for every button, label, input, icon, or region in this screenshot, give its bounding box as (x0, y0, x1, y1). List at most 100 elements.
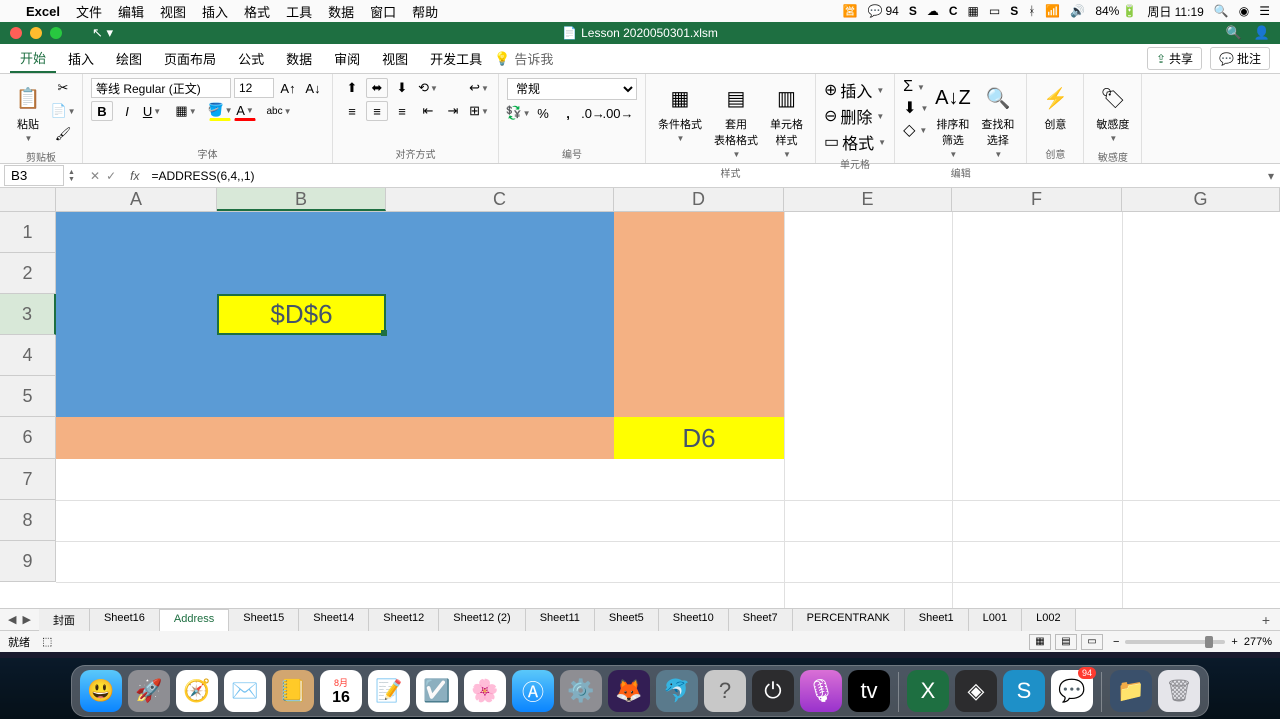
dock-podcasts-icon[interactable]: 🎙 (800, 670, 842, 712)
dock-folder-icon[interactable]: 📁 (1110, 670, 1152, 712)
cursor-icon[interactable]: ↖ ▾ (92, 25, 113, 41)
comments-button[interactable]: 💬批注 (1210, 47, 1270, 70)
copy-icon[interactable]: 📄▼ (52, 101, 74, 121)
tab-home[interactable]: 开始 (10, 44, 56, 73)
align-center-icon[interactable]: ≡ (366, 101, 388, 121)
formula-input[interactable]: =ADDRESS(6,4,,1) (145, 167, 1262, 185)
enter-formula-icon[interactable]: ✓ (106, 169, 116, 183)
sheet-tab[interactable]: Sheet1 (905, 609, 969, 631)
dock-contacts-icon[interactable]: 📒 (272, 670, 314, 712)
row-header-1[interactable]: 1 (0, 212, 56, 253)
namebox-up-icon[interactable]: ▲ (68, 169, 82, 176)
tab-pagelayout[interactable]: 页面布局 (154, 45, 226, 72)
sheet-tab[interactable]: Sheet5 (595, 609, 659, 631)
paste-button[interactable]: 📋 粘贴▼ (8, 78, 48, 147)
sheet-tab[interactable]: L002 (1022, 609, 1075, 631)
border-button[interactable]: ▦▼ (175, 101, 197, 121)
sheet-tab[interactable]: Sheet14 (299, 609, 369, 631)
tab-review[interactable]: 审阅 (324, 45, 370, 72)
cancel-formula-icon[interactable]: ✕ (90, 169, 100, 183)
sheet-nav-next-icon[interactable]: ▶ (22, 613, 30, 626)
sheet-tab[interactable]: Sheet10 (659, 609, 729, 631)
underline-button[interactable]: U▼ (141, 101, 163, 121)
dock-help-icon[interactable]: ? (704, 670, 746, 712)
ideas-button[interactable]: ⚡创意 (1035, 78, 1075, 136)
menu-format[interactable]: 格式 (244, 2, 270, 21)
number-format-select[interactable]: 常规 (507, 78, 637, 100)
dock-notes-icon[interactable]: 📝 (368, 670, 410, 712)
notification-center-icon[interactable]: ☰ (1259, 4, 1270, 18)
sensitivity-button[interactable]: 🏷敏感度▼ (1092, 78, 1133, 147)
orientation-icon[interactable]: ⟲▼ (417, 78, 439, 98)
decrease-font-icon[interactable]: A↓ (302, 78, 324, 98)
col-header-b[interactable]: B (217, 188, 386, 211)
window-minimize-button[interactable] (30, 27, 42, 39)
autosum-button[interactable]: Σ▼ (903, 78, 928, 96)
sort-filter-button[interactable]: A↓Z排序和 筛选▼ (932, 78, 973, 163)
spotlight-icon[interactable]: 🔍 (1214, 4, 1229, 18)
zoom-out-button[interactable]: − (1113, 636, 1119, 648)
dock-settings-icon[interactable]: ⚙️ (560, 670, 602, 712)
menu-window[interactable]: 窗口 (370, 2, 396, 21)
row-header-3[interactable]: 3 (0, 294, 56, 335)
cell-range-a6c6[interactable] (56, 417, 614, 459)
battery-icon[interactable]: 84% 🔋 (1095, 4, 1137, 18)
volume-icon[interactable]: 🔊 (1070, 4, 1085, 18)
menu-data[interactable]: 数据 (328, 2, 354, 21)
sheet-tab[interactable]: Sheet12 (2) (439, 609, 525, 631)
find-select-button[interactable]: 🔍查找和 选择▼ (977, 78, 1018, 163)
font-color-button[interactable]: A▼ (234, 101, 256, 121)
insert-cells-button[interactable]: ⊕ 插入 ▼ (824, 78, 884, 102)
increase-decimal-icon[interactable]: .0→ (582, 103, 604, 123)
sheet-tab-active[interactable]: Address (160, 609, 229, 631)
cell-range-d1d5[interactable] (614, 212, 784, 417)
tab-view[interactable]: 视图 (372, 45, 418, 72)
row-header-8[interactable]: 8 (0, 500, 56, 541)
comma-icon[interactable]: , (557, 103, 579, 123)
status-icon-c[interactable]: C (949, 4, 958, 18)
window-close-button[interactable] (10, 27, 22, 39)
align-left-icon[interactable]: ≡ (341, 101, 363, 121)
zoom-in-button[interactable]: + (1231, 636, 1237, 648)
tab-insert[interactable]: 插入 (58, 45, 104, 72)
sheet-tab[interactable]: Sheet7 (729, 609, 793, 631)
menu-file[interactable]: 文件 (76, 2, 102, 21)
tab-developer[interactable]: 开发工具 (420, 45, 492, 72)
bold-button[interactable]: B (91, 101, 113, 121)
macro-record-icon[interactable]: ⬚ (42, 635, 52, 648)
status-icon-s2[interactable]: S (1010, 4, 1018, 18)
select-all-corner[interactable] (0, 188, 56, 211)
dock-mysql-icon[interactable]: 🐬 (656, 670, 698, 712)
status-icon-grid[interactable]: ▦ (968, 4, 979, 18)
datetime[interactable]: 周日 11:19 (1147, 3, 1203, 20)
wifi-icon[interactable]: 📶 (1045, 4, 1060, 18)
delete-cells-button[interactable]: ⊖ 删除 ▼ (824, 104, 884, 128)
phonetic-button[interactable]: abc▼ (268, 101, 290, 121)
cut-icon[interactable]: ✂ (52, 78, 74, 98)
col-header-g[interactable]: G (1122, 188, 1280, 211)
italic-button[interactable]: I (116, 101, 138, 121)
format-as-table-button[interactable]: ▤套用 表格格式▼ (710, 78, 762, 163)
sheet-tab[interactable]: Sheet15 (229, 609, 299, 631)
sheet-tab[interactable]: PERCENTRANK (793, 609, 905, 631)
fill-button[interactable]: ⬇▼ (903, 98, 928, 118)
align-top-icon[interactable]: ⬆ (341, 78, 363, 98)
menu-tools[interactable]: 工具 (286, 2, 312, 21)
wechat-menubar-icon[interactable]: 💬 94 (868, 4, 899, 18)
format-painter-icon[interactable]: 🖌 (52, 124, 74, 144)
row-header-6[interactable]: 6 (0, 417, 56, 459)
align-bottom-icon[interactable]: ⬇ (391, 78, 413, 98)
dock-mail-icon[interactable]: ✉️ (224, 670, 266, 712)
namebox-down-icon[interactable]: ▼ (68, 176, 82, 183)
sheet-tab[interactable]: Sheet11 (526, 609, 595, 631)
bluetooth-icon[interactable]: ᚼ (1028, 4, 1035, 18)
decrease-indent-icon[interactable]: ⇤ (417, 101, 439, 121)
increase-font-icon[interactable]: A↑ (277, 78, 299, 98)
zoom-slider[interactable] (1125, 640, 1225, 644)
merge-cells-icon[interactable]: ⊞▼ (468, 101, 490, 121)
col-header-e[interactable]: E (784, 188, 952, 211)
dock-trash-icon[interactable]: 🗑 (1158, 670, 1200, 712)
menu-help[interactable]: 帮助 (412, 2, 438, 21)
fill-color-button[interactable]: 🪣▼ (209, 101, 231, 121)
dock-excel-icon[interactable]: X (907, 670, 949, 712)
